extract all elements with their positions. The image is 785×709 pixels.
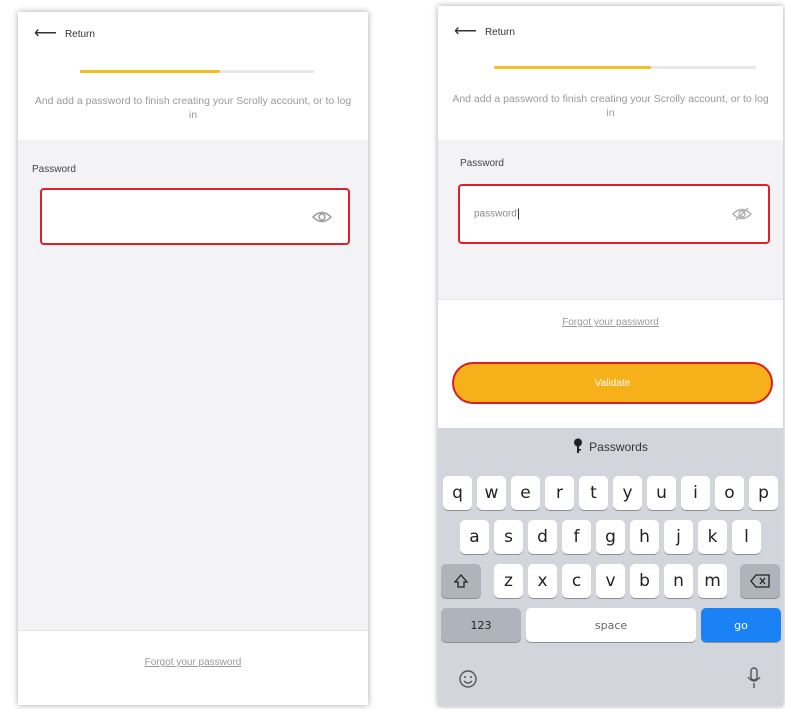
- key-k[interactable]: k: [697, 520, 728, 554]
- key-a[interactable]: a: [459, 520, 490, 554]
- key-f[interactable]: f: [561, 520, 592, 554]
- password-label: Password: [32, 164, 76, 175]
- backspace-key[interactable]: [740, 564, 780, 598]
- key-w[interactable]: w: [476, 476, 507, 510]
- eye-icon[interactable]: [312, 211, 332, 223]
- key-b[interactable]: b: [629, 564, 660, 598]
- shift-key[interactable]: [441, 564, 481, 598]
- password-field[interactable]: [40, 188, 350, 245]
- key-t[interactable]: t: [578, 476, 609, 510]
- keyboard-system-row: [438, 662, 783, 706]
- numbers-key[interactable]: 123: [441, 608, 521, 642]
- back-arrow-icon: ⟵: [34, 25, 57, 42]
- password-label: Password: [460, 158, 504, 169]
- onscreen-keyboard: Passwords q w e r t y u i o p a s d f g h j k l z x c v b n m 123 s…: [438, 428, 783, 706]
- key-q[interactable]: q: [442, 476, 473, 510]
- forgot-password-link[interactable]: Forgot your password: [18, 657, 368, 668]
- back-button[interactable]: ⟵ Return: [34, 26, 95, 42]
- back-arrow-icon: ⟵: [454, 23, 477, 40]
- suggestion-label: Passwords: [589, 440, 648, 454]
- emoji-icon[interactable]: [458, 669, 478, 694]
- key-z[interactable]: z: [493, 564, 524, 598]
- back-label: Return: [64, 28, 95, 40]
- keyboard-suggestion-bar[interactable]: Passwords: [438, 428, 783, 466]
- forgot-password-link[interactable]: Forgot your password: [438, 317, 783, 328]
- key-l[interactable]: l: [731, 520, 762, 554]
- go-key[interactable]: go: [701, 608, 781, 642]
- footer: Forgot your password: [18, 630, 368, 705]
- key-c[interactable]: c: [561, 564, 592, 598]
- key-n[interactable]: n: [663, 564, 694, 598]
- progress-bar: [80, 70, 314, 73]
- password-input-value: password: [474, 208, 517, 220]
- validate-button[interactable]: Validate: [452, 362, 773, 404]
- key-icon: [573, 438, 583, 457]
- key-e[interactable]: e: [510, 476, 541, 510]
- text-cursor: [517, 208, 519, 220]
- progress-fill: [80, 70, 221, 73]
- key-s[interactable]: s: [493, 520, 524, 554]
- password-input[interactable]: password: [474, 208, 519, 220]
- key-h[interactable]: h: [629, 520, 660, 554]
- key-d[interactable]: d: [527, 520, 558, 554]
- eye-slash-icon[interactable]: [732, 207, 752, 221]
- microphone-icon[interactable]: [747, 667, 761, 694]
- header: ⟵ Return And add a password to finish cr…: [438, 6, 783, 140]
- key-i[interactable]: i: [680, 476, 711, 510]
- instruction-text: And add a password to finish creating yo…: [34, 95, 352, 121]
- space-key[interactable]: space: [526, 608, 696, 642]
- phone-screen-empty-password: ⟵ Return And add a password to finish cr…: [18, 12, 368, 705]
- header: ⟵ Return And add a password to finish cr…: [18, 12, 368, 140]
- key-v[interactable]: v: [595, 564, 626, 598]
- key-o[interactable]: o: [714, 476, 745, 510]
- instruction-text: And add a password to finish creating yo…: [452, 93, 769, 119]
- password-field[interactable]: password: [458, 184, 770, 244]
- key-r[interactable]: r: [544, 476, 575, 510]
- key-x[interactable]: x: [527, 564, 558, 598]
- key-y[interactable]: y: [612, 476, 643, 510]
- key-g[interactable]: g: [595, 520, 626, 554]
- key-p[interactable]: p: [748, 476, 779, 510]
- key-j[interactable]: j: [663, 520, 694, 554]
- key-m[interactable]: m: [697, 564, 728, 598]
- progress-bar: [494, 66, 756, 69]
- key-u[interactable]: u: [646, 476, 677, 510]
- back-button[interactable]: ⟵ Return: [454, 24, 515, 40]
- phone-screen-typing-password: ⟵ Return And add a password to finish cr…: [438, 6, 783, 706]
- back-label: Return: [484, 26, 515, 38]
- progress-fill: [494, 66, 652, 69]
